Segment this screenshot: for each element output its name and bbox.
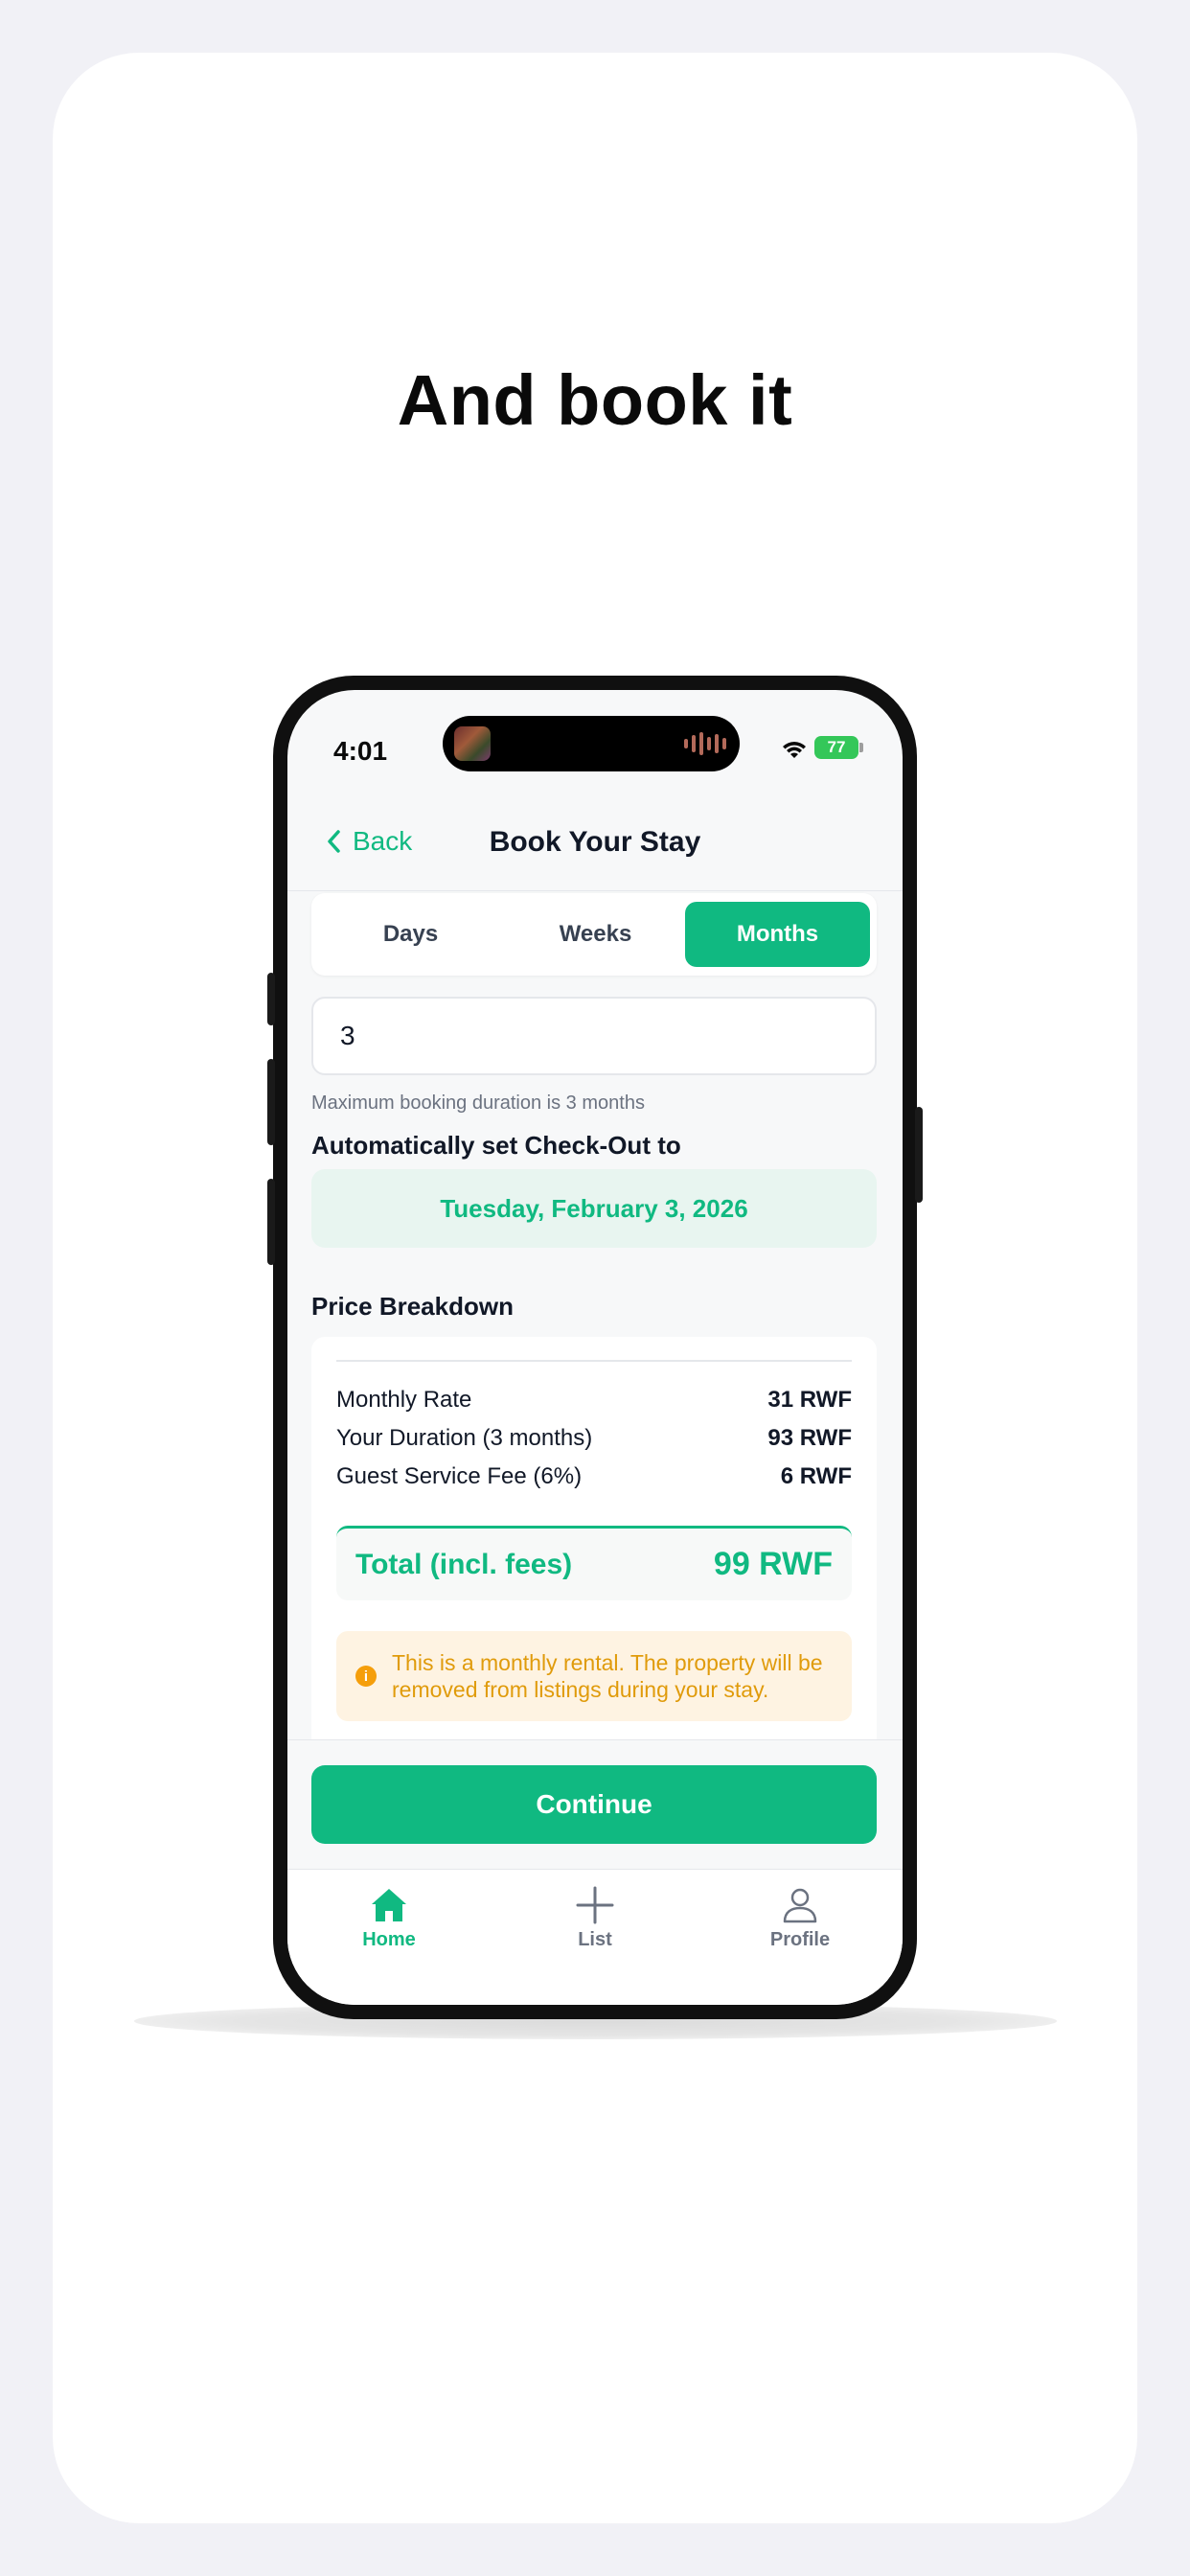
bottom-action-bar: Continue [287,1739,903,1869]
segment-months[interactable]: Months [685,902,870,967]
total-value: 99 RWF [713,1546,833,1582]
price-row-value: 6 RWF [780,1463,852,1489]
checkout-date: Tuesday, February 3, 2026 [311,1169,877,1248]
duration-input[interactable]: 3 [311,997,877,1075]
battery-indicator: 77 [814,736,858,759]
duration-unit-segmented-control: Days Weeks Months [311,893,877,976]
battery-tip [859,743,863,752]
back-label: Back [353,826,413,856]
tab-label: List [578,1929,612,1950]
chevron-left-icon [328,830,340,853]
tab-bar: Home List Profile [287,1869,903,2005]
checkout-label: Automatically set Check-Out to [311,1131,681,1160]
total-label: Total (incl. fees) [355,1548,573,1580]
phone-frame: 4:01 77 Back Book Your Stay Days Weeks M… [267,676,923,2019]
volume-up-button [267,1059,275,1145]
home-icon [372,1889,406,1921]
back-button[interactable]: Back [326,826,412,857]
info-icon: i [355,1666,377,1687]
album-art-thumbnail [454,726,491,761]
price-row: Your Duration (3 months) 93 RWF [336,1425,852,1452]
continue-button[interactable]: Continue [311,1765,877,1844]
power-button [915,1107,923,1203]
plus-icon [576,1886,614,1924]
price-row-value: 31 RWF [767,1387,852,1413]
tab-label: Profile [769,1929,831,1950]
navigation-bar: Back Book Your Stay [287,805,903,891]
dynamic-island [443,716,740,771]
phone-screen: 4:01 77 Back Book Your Stay Days Weeks M… [287,690,903,2005]
tab-home[interactable]: Home [332,1885,446,1951]
headline: And book it [397,360,793,440]
segment-days[interactable]: Days [318,902,503,967]
price-row-label: Monthly Rate [336,1387,472,1413]
price-row-label: Your Duration (3 months) [336,1425,593,1451]
tab-list[interactable]: List [538,1885,652,1951]
wifi-icon [783,742,806,758]
audio-waveform-icon [684,731,726,756]
tab-profile[interactable]: Profile [743,1885,858,1951]
price-row: Monthly Rate 31 RWF [336,1387,852,1414]
total-row: Total (incl. fees) 99 RWF [336,1526,852,1600]
divider [336,1360,852,1362]
duration-hint: Maximum booking duration is 3 months [311,1092,645,1114]
status-time: 4:01 [333,736,388,766]
notice-text: This is a monthly rental. The property w… [392,1650,823,1702]
action-button [267,973,275,1025]
monthly-rental-notice: i This is a monthly rental. The property… [336,1631,852,1721]
price-breakdown-card: Monthly Rate 31 RWF Your Duration (3 mon… [311,1337,877,1739]
segment-weeks[interactable]: Weeks [503,902,688,967]
price-row: Guest Service Fee (6%) 6 RWF [336,1463,852,1490]
price-breakdown-label: Price Breakdown [311,1292,514,1321]
tab-label: Home [362,1929,416,1950]
price-row-label: Guest Service Fee (6%) [336,1463,583,1489]
volume-down-button [267,1179,275,1265]
price-row-value: 93 RWF [767,1425,852,1451]
user-icon [783,1888,817,1923]
